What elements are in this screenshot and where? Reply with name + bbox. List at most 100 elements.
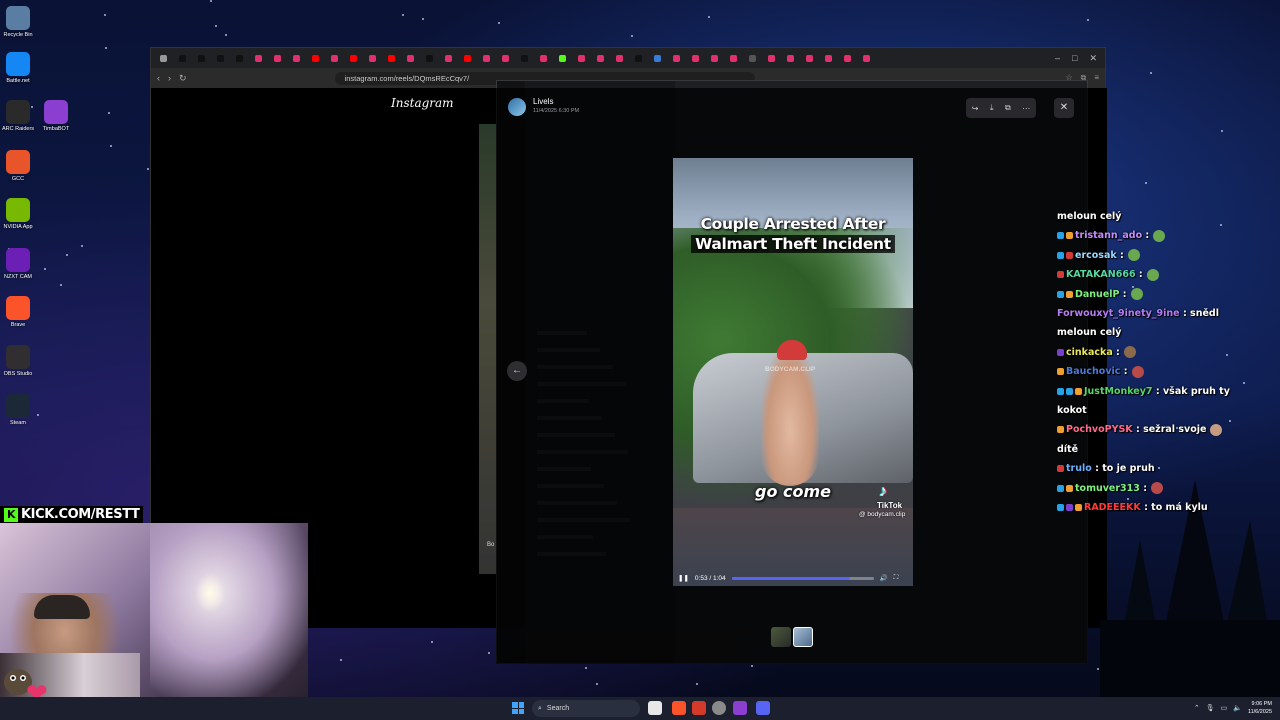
tray-chevron-icon[interactable]: ⌃	[1194, 704, 1200, 712]
browser-tab[interactable]	[383, 51, 400, 65]
more-icon[interactable]: ⋯	[1022, 104, 1030, 113]
download-icon[interactable]: ⤓	[990, 103, 994, 113]
forward-icon[interactable]: ›	[168, 73, 171, 83]
browser-tab[interactable]	[725, 51, 742, 65]
browser-tab[interactable]	[611, 51, 628, 65]
browser-tab[interactable]	[649, 51, 666, 65]
browser-tab[interactable]	[820, 51, 837, 65]
timbabot-taskbar-icon[interactable]	[733, 701, 747, 715]
previous-media-button[interactable]: ←	[507, 361, 527, 381]
chat-username[interactable]: JustMonkey7	[1084, 386, 1156, 397]
browser-tab[interactable]	[478, 51, 495, 65]
browser-tab[interactable]	[459, 51, 476, 65]
avatar[interactable]	[508, 98, 526, 116]
browser-tab[interactable]	[744, 51, 761, 65]
browser-tab[interactable]	[193, 51, 210, 65]
desktop-icon[interactable]: Steam	[0, 394, 36, 426]
forward-icon[interactable]: ↪	[972, 104, 979, 113]
browser-tab[interactable]	[801, 51, 818, 65]
video-title-line1: Couple Arrested After	[700, 215, 886, 233]
browser-tab[interactable]	[592, 51, 609, 65]
chat-username[interactable]: RADEEEKK	[1084, 502, 1144, 513]
desktop-icon[interactable]: Recycle Bin	[0, 6, 36, 38]
desktop-icon[interactable]: GCC	[0, 150, 36, 182]
back-icon[interactable]: ‹	[157, 73, 160, 83]
volume-icon[interactable]: 🔊	[880, 574, 888, 582]
browser-tab[interactable]	[763, 51, 780, 65]
chat-username[interactable]: tomuver313	[1075, 483, 1143, 494]
browser-tab[interactable]	[839, 51, 856, 65]
chat-username[interactable]: cinkacka	[1066, 347, 1116, 358]
browser-tab[interactable]	[516, 51, 533, 65]
clock[interactable]: 9:06 PM 11/6/2025	[1248, 700, 1272, 716]
browser-tab[interactable]	[212, 51, 229, 65]
desktop-icon[interactable]: Battle.net	[0, 52, 36, 84]
file-explorer-icon[interactable]	[648, 701, 662, 715]
browser-tab[interactable]	[288, 51, 305, 65]
browser-tab[interactable]	[231, 51, 248, 65]
thumbnail-1[interactable]	[771, 627, 791, 647]
network-icon[interactable]: ▭	[1221, 704, 1228, 712]
browser-tab[interactable]	[440, 51, 457, 65]
chat-username[interactable]: trulo	[1066, 463, 1095, 474]
browser-tab[interactable]	[668, 51, 685, 65]
browser-tab[interactable]	[535, 51, 552, 65]
speaker-icon[interactable]: 🔈	[1233, 704, 1242, 712]
author-name[interactable]: Livels	[533, 97, 553, 106]
browser-tab[interactable]	[269, 51, 286, 65]
browser-tab[interactable]	[497, 51, 514, 65]
browser-tab[interactable]	[402, 51, 419, 65]
thumbnail-2[interactable]	[793, 627, 813, 647]
browser-tab[interactable]	[155, 51, 172, 65]
instagram-logo[interactable]: Instagram	[391, 96, 454, 110]
browser-tab[interactable]	[706, 51, 723, 65]
desktop-icon[interactable]: Brave	[0, 296, 36, 328]
desktop-icon[interactable]: ARC Raiders	[0, 100, 36, 132]
chat-badge-icon	[1057, 465, 1064, 473]
start-icon[interactable]	[512, 702, 524, 714]
open-external-icon[interactable]: ⧉	[1005, 103, 1011, 113]
discord-taskbar-icon[interactable]	[756, 701, 770, 715]
browser-tab[interactable]	[858, 51, 875, 65]
close-viewer-button[interactable]: ✕	[1054, 98, 1074, 118]
browser-tab[interactable]	[364, 51, 381, 65]
browser-tab[interactable]	[345, 51, 362, 65]
video-player[interactable]: Couple Arrested After Walmart Theft Inci…	[673, 158, 913, 586]
chat-username[interactable]: KATAKAN666	[1066, 269, 1139, 280]
desktop-icon[interactable]: NVIDIA App	[0, 198, 36, 230]
browser-tab[interactable]	[630, 51, 647, 65]
chat-username[interactable]: Bauchovic	[1066, 366, 1124, 377]
chat-username[interactable]: DanuelP	[1075, 289, 1123, 300]
reload-icon[interactable]: ↻	[179, 73, 187, 84]
browser-tab[interactable]	[307, 51, 324, 65]
browser-tab[interactable]	[421, 51, 438, 65]
browser-tab[interactable]	[687, 51, 704, 65]
instagram-reel[interactable]	[479, 124, 497, 574]
menu-icon[interactable]: ≡	[1094, 73, 1099, 83]
fullscreen-icon[interactable]: ⛶	[894, 574, 899, 582]
browser-tab[interactable]	[554, 51, 571, 65]
browser-tab[interactable]	[782, 51, 799, 65]
microphone-icon[interactable]: 🎙	[1206, 704, 1215, 712]
browser-tab[interactable]	[250, 51, 267, 65]
browser-tab[interactable]	[326, 51, 343, 65]
maximize-icon[interactable]: □	[1072, 53, 1077, 64]
desktop-icon[interactable]: NZXT CAM	[0, 248, 36, 280]
browser-tab[interactable]	[573, 51, 590, 65]
brave-taskbar-icon[interactable]	[672, 701, 686, 715]
video-progress-bar[interactable]	[731, 576, 874, 580]
taskbar-search[interactable]: ⌕ Search	[532, 700, 640, 717]
browser-tab[interactable]	[174, 51, 191, 65]
app-taskbar-icon[interactable]	[712, 701, 726, 715]
chat-username[interactable]: tristann_ado	[1075, 230, 1145, 241]
browser-taskbar-icon[interactable]	[692, 701, 706, 715]
minimize-icon[interactable]: –	[1055, 53, 1060, 64]
chat-username[interactable]: ercosak	[1075, 250, 1120, 261]
chat-message: tomuver313 :	[1057, 479, 1235, 498]
chat-username[interactable]: PochvoPYSK	[1066, 424, 1136, 435]
desktop-icon[interactable]: OBS Studio	[0, 345, 36, 377]
desktop-icon[interactable]: TimbaBOT	[38, 100, 74, 132]
chat-username[interactable]: Forwouxyt_9inety_9ine	[1057, 308, 1183, 319]
close-icon[interactable]: ✕	[1089, 53, 1097, 64]
pause-icon[interactable]: ❚❚	[678, 574, 689, 582]
